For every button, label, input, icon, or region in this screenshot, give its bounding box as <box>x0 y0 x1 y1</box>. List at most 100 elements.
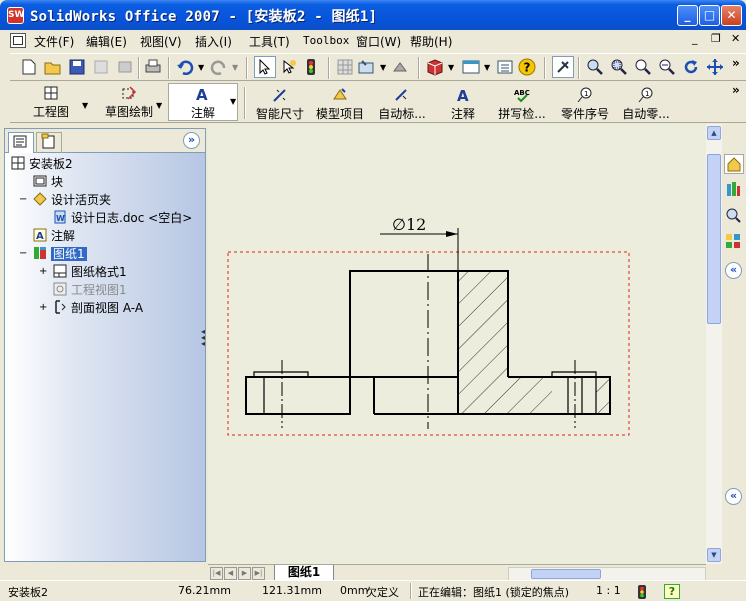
expand-task-pane-icon[interactable]: « <box>725 262 742 279</box>
vertical-scrollbar[interactable]: ▲ ▼ <box>706 124 722 564</box>
menu-edit[interactable]: 编辑(E) <box>86 33 127 50</box>
help-status-icon[interactable]: ? <box>664 584 680 599</box>
save-icon[interactable] <box>66 56 88 78</box>
property-tab-icon[interactable] <box>36 132 62 153</box>
tab-annotation[interactable]: A 注解 <box>168 83 238 121</box>
expand-task-pane-lower-icon[interactable]: « <box>725 488 742 505</box>
diameter-dimension-text[interactable]: ∅12 <box>392 215 426 234</box>
box-dropdown-icon[interactable]: ▼ <box>448 63 454 72</box>
zoom-area-icon[interactable] <box>608 56 630 78</box>
library-icon[interactable] <box>724 180 744 200</box>
tree-expander-icon[interactable]: − <box>19 191 29 209</box>
auto-balloon-button[interactable]: 1 自动零... <box>616 87 676 122</box>
redo-dropdown-icon[interactable]: ▼ <box>232 63 238 72</box>
new-icon[interactable] <box>18 56 40 78</box>
drawing-doc-icon <box>11 156 25 170</box>
tab-sketch[interactable]: 草图绘制 <box>94 85 164 120</box>
zoom-icon[interactable] <box>632 56 654 78</box>
tab-annotation-label: 注解 <box>190 106 215 120</box>
select-icon[interactable] <box>254 56 276 78</box>
properties-icon[interactable] <box>90 56 112 78</box>
menu-file[interactable]: 文件(F) <box>34 33 74 50</box>
file-props-icon[interactable] <box>114 56 136 78</box>
close-button[interactable]: ✕ <box>721 5 742 26</box>
tree-expander-icon[interactable]: + <box>39 263 49 281</box>
list-icon[interactable] <box>494 56 516 78</box>
zoom-fit-icon[interactable] <box>584 56 606 78</box>
help-icon[interactable]: ? <box>516 56 538 78</box>
open-icon[interactable] <box>42 56 64 78</box>
snap-dropdown-icon[interactable]: ▼ <box>380 63 386 72</box>
doc-restore-button[interactable]: ❐ <box>711 32 721 45</box>
menu-view[interactable]: 视图(V) <box>140 33 182 50</box>
scroll-down-button[interactable]: ▼ <box>707 548 721 562</box>
balloon-button[interactable]: 1 零件序号 <box>556 87 614 122</box>
tab-drawing-dropdown-icon[interactable]: ▼ <box>82 101 88 110</box>
rebuild-status-icon[interactable] <box>637 584 647 601</box>
redo-icon[interactable] <box>208 56 230 78</box>
tree-expander-icon[interactable]: + <box>39 299 49 317</box>
prev-sheet-button[interactable]: ◀ <box>224 567 237 580</box>
pin-icon[interactable] <box>552 56 574 78</box>
horizontal-scroll-thumb[interactable] <box>531 569 601 579</box>
spell-check-button[interactable]: ABC 拼写检... <box>492 87 552 122</box>
dimension-arrowhead <box>446 231 458 237</box>
next-sheet-button[interactable]: ▶ <box>238 567 251 580</box>
view-dropdown-icon[interactable]: ▼ <box>484 63 490 72</box>
smart-dimension-button[interactable]: 智能尺寸 <box>252 87 308 122</box>
rotate-icon[interactable] <box>680 56 702 78</box>
pan-icon[interactable] <box>704 56 726 78</box>
graphics-area[interactable]: ∅12 |◀ ◀ ▶ ▶| 图纸1 <box>208 124 722 582</box>
view-icon[interactable] <box>460 56 482 78</box>
tab-annotation-dropdown-icon[interactable]: ▼ <box>230 97 236 106</box>
collapse-panel-button[interactable]: » <box>183 132 200 149</box>
svg-text:A: A <box>196 86 208 102</box>
maximize-button[interactable]: □ <box>699 5 720 26</box>
menu-insert[interactable]: 插入(I) <box>195 33 232 50</box>
auto-dimension-button[interactable]: 自动标... <box>372 87 432 122</box>
minimize-button[interactable]: _ <box>677 5 698 26</box>
status-x-coord: 76.21mm <box>178 584 231 597</box>
menu-window[interactable]: 窗口(W) <box>356 33 401 50</box>
view-palette-icon[interactable] <box>724 232 744 252</box>
spell-check-icon: ABC <box>492 87 552 105</box>
vertical-scroll-thumb[interactable] <box>707 154 721 324</box>
svg-text:1: 1 <box>645 90 649 98</box>
snap-icon[interactable] <box>356 56 378 78</box>
box-icon[interactable] <box>424 56 446 78</box>
tab-drawing[interactable]: 工程图 <box>18 85 84 120</box>
status-scale[interactable]: 1 : 1 <box>596 584 621 597</box>
smart-select-icon[interactable] <box>278 56 300 78</box>
tree-item-label: 注解 <box>51 229 76 243</box>
doc-minimize-button[interactable]: _ <box>692 32 698 45</box>
feature-tree-tab-icon[interactable] <box>8 132 34 153</box>
tree-expander-icon[interactable]: − <box>19 245 29 263</box>
note-button[interactable]: A 注释 <box>438 87 488 122</box>
traffic-light-icon[interactable] <box>300 56 322 78</box>
first-sheet-button[interactable]: |◀ <box>210 567 223 580</box>
tab-sketch-dropdown-icon[interactable]: ▼ <box>156 101 162 110</box>
feature-icon[interactable] <box>390 56 412 78</box>
menu-help[interactable]: 帮助(H) <box>410 33 452 50</box>
horizontal-scrollbar[interactable] <box>508 567 706 581</box>
menu-toolbox[interactable]: Toolbox <box>303 34 349 47</box>
home-icon[interactable] <box>724 154 744 174</box>
panel-splitter-grip[interactable]: ◂ ◂ ◂ <box>201 328 206 349</box>
command-overflow-icon[interactable]: » <box>732 83 740 97</box>
grid-icon[interactable] <box>334 56 356 78</box>
toolbar-overflow-icon[interactable]: » <box>732 56 740 70</box>
model-items-button[interactable]: 模型项目 <box>310 87 370 122</box>
doc-icon: W <box>53 210 67 224</box>
doc-close-button[interactable]: ✕ <box>731 32 740 45</box>
undo-icon[interactable] <box>174 56 196 78</box>
menu-bar: 文件(F) 编辑(E) 视图(V) 插入(I) 工具(T) Toolbox 窗口… <box>4 30 742 52</box>
title-bar: SW SolidWorks Office 2007 - [安装板2 - 图纸1]… <box>0 0 746 30</box>
document-menu-icon[interactable] <box>10 33 26 48</box>
menu-tools[interactable]: 工具(T) <box>249 33 290 50</box>
last-sheet-button[interactable]: ▶| <box>252 567 265 580</box>
file-explorer-icon[interactable] <box>724 206 744 226</box>
scroll-up-button[interactable]: ▲ <box>707 126 721 140</box>
undo-dropdown-icon[interactable]: ▼ <box>198 63 204 72</box>
zoom-in-out-icon[interactable] <box>656 56 678 78</box>
print-icon[interactable] <box>142 56 164 78</box>
